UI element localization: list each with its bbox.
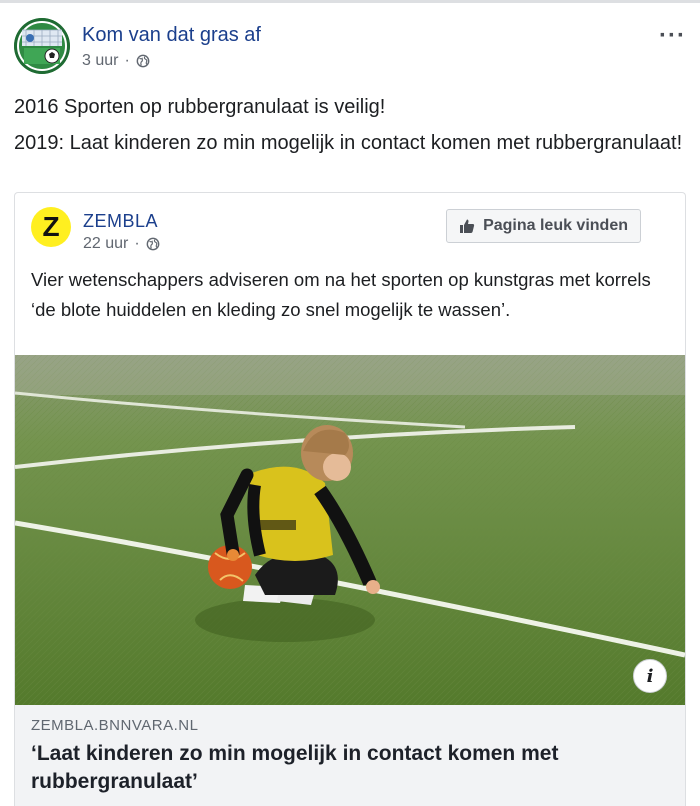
like-page-button[interactable]: Pagina leuk vinden <box>446 209 641 243</box>
post-body: 2016 Sporten op rubbergranulaat is veili… <box>14 92 686 164</box>
zembla-logo-avatar[interactable]: Z <box>31 207 71 247</box>
post-timestamp[interactable]: 3 uur <box>82 52 118 70</box>
shared-post-card: Z ZEMBLA 22 uur · Pagina leuk vinden Vie… <box>14 192 686 806</box>
avatar-logo-icon <box>14 18 70 74</box>
link-title[interactable]: ‘Laat kinderen zo min mogelijk in contac… <box>31 740 669 796</box>
meta-separator: · <box>124 52 130 69</box>
shared-page-name-link[interactable]: ZEMBLA <box>83 211 158 232</box>
page-avatar[interactable] <box>14 18 70 74</box>
thumbs-up-icon <box>460 219 475 233</box>
post-header: Kom van dat gras af 3 uur · ··· <box>14 18 686 78</box>
page-name-link[interactable]: Kom van dat gras af <box>82 24 261 47</box>
link-domain: ZEMBLA.BNNVARA.NL <box>31 717 199 734</box>
post-text-line: 2016 Sporten op rubbergranulaat is veili… <box>14 96 386 118</box>
link-preview-image[interactable]: i <box>15 355 685 705</box>
more-options-icon[interactable]: ··· <box>659 22 686 50</box>
meta-separator: · <box>134 235 140 252</box>
like-page-label: Pagina leuk vinden <box>483 217 628 234</box>
globe-icon[interactable] <box>146 237 160 251</box>
link-preview-footer[interactable]: ZEMBLA.BNNVARA.NL ‘Laat kinderen zo min … <box>15 705 685 806</box>
info-button[interactable]: i <box>633 659 667 693</box>
shared-post-header: Z ZEMBLA 22 uur · Pagina leuk vinden <box>15 193 685 263</box>
boy-on-artificial-turf-photo <box>15 355 685 705</box>
post-meta: 3 uur · <box>82 52 150 70</box>
shared-post-text: Vier wetenschappers adviseren om na het … <box>31 269 651 320</box>
globe-icon[interactable] <box>136 54 150 68</box>
shared-post-timestamp[interactable]: 22 uur <box>83 235 128 253</box>
post-text-line: 2019: Laat kinderen zo min mogelijk in c… <box>14 132 683 154</box>
top-divider <box>0 0 700 3</box>
shared-post-meta: 22 uur · <box>83 235 160 253</box>
